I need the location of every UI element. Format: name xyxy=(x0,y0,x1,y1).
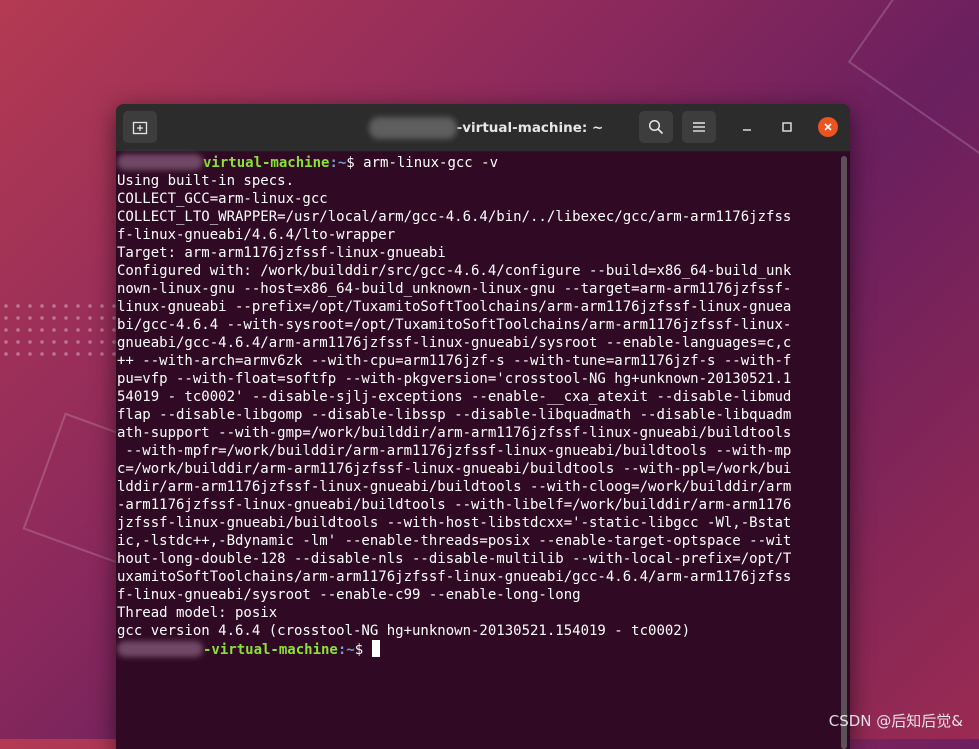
title-bar[interactable]: -virtual-machine: ~ xyxy=(116,104,850,152)
terminal-output[interactable]: virtual-machine:~$ arm-linux-gcc -v Usin… xyxy=(117,152,838,749)
output-line: ic,-lstdc++,-Bdynamic -lm' --enable-thre… xyxy=(117,533,792,549)
command-output: Using built-in specs. COLLECT_GCC=arm-lin… xyxy=(117,172,838,640)
output-line: Using built-in specs. xyxy=(117,173,295,189)
output-line: -arm1176jzfssf-linux-gnueabi/buildtools … xyxy=(117,497,792,513)
window-title: -virtual-machine: ~ xyxy=(366,104,606,151)
background-line xyxy=(847,0,979,157)
output-line: 54019 - tc0002' --disable-sjlj-exception… xyxy=(117,389,792,405)
prompt-path: :~ xyxy=(329,155,347,171)
output-line: ath-support --with-gmp=/work/builddir/ar… xyxy=(117,425,792,441)
close-button[interactable] xyxy=(818,117,838,137)
new-tab-button[interactable] xyxy=(123,111,157,143)
output-line: Configured with: /work/builddir/src/gcc-… xyxy=(117,263,792,279)
output-line: hout-long-double-128 --disable-nls --dis… xyxy=(117,551,792,567)
output-line: COLLECT_LTO_WRAPPER=/usr/local/arm/gcc-4… xyxy=(117,209,792,225)
search-icon xyxy=(648,119,664,135)
output-line: linux-gnueabi --prefix=/opt/TuxamitoSoft… xyxy=(117,299,792,315)
prompt-host: virtual-machine xyxy=(203,155,330,171)
menu-button[interactable] xyxy=(682,111,716,143)
output-line: lddir/arm-arm1176jzfssf-linux-gnueabi/bu… xyxy=(117,479,792,495)
output-line: uxamitoSoftToolchains/arm-arm1176jzfssf-… xyxy=(117,569,792,585)
output-line: nown-linux-gnu --host=x86_64-build_unkno… xyxy=(117,281,792,297)
command-text: arm-linux-gcc -v xyxy=(363,155,499,171)
search-button[interactable] xyxy=(639,111,673,143)
output-line: c=/work/builddir/arm-arm1176jzfssf-linux… xyxy=(117,461,792,477)
close-icon xyxy=(824,123,832,131)
prompt-path: :~ xyxy=(337,642,355,658)
redacted-username xyxy=(368,116,457,139)
output-line: gnueabi/gcc-4.6.4/arm-arm1176jzfssf-linu… xyxy=(117,335,792,351)
new-tab-icon xyxy=(132,121,148,135)
scrollbar[interactable] xyxy=(841,156,847,749)
watermark: CSDN @后知后觉& xyxy=(828,712,963,730)
output-line: jzfssf-linux-gnueabi/buildtools --with-h… xyxy=(117,515,792,531)
output-line: gcc version 4.6.4 (crosstool-NG hg+unkno… xyxy=(117,623,691,639)
hamburger-menu-icon xyxy=(693,122,705,132)
window-title-text: -virtual-machine: ~ xyxy=(456,119,604,136)
minimize-icon xyxy=(743,129,751,131)
current-prompt-line: -virtual-machine:~$ xyxy=(117,640,838,658)
maximize-button[interactable] xyxy=(776,116,798,138)
output-line: flap --disable-libgomp --disable-libssp … xyxy=(117,407,792,423)
output-line: pu=vfp --with-float=softfp --with-pkgver… xyxy=(117,371,792,387)
output-line: Target: arm-arm1176jzfssf-linux-gnueabi xyxy=(117,245,446,261)
minimize-button[interactable] xyxy=(736,116,758,138)
terminal-window: -virtual-machine: ~ virtual-machine:~$ a… xyxy=(116,104,850,749)
output-line: COLLECT_GCC=arm-linux-gcc xyxy=(117,191,328,207)
prompt-symbol: $ xyxy=(346,155,364,171)
redacted-username xyxy=(117,154,203,170)
prompt-host: -virtual-machine xyxy=(203,642,338,658)
output-line: f-linux-gnueabi/sysroot --enable-c99 --e… xyxy=(117,587,581,603)
text-cursor xyxy=(371,640,380,657)
redacted-username xyxy=(117,641,203,657)
output-line: Thread model: posix xyxy=(117,605,278,621)
command-line: virtual-machine:~$ arm-linux-gcc -v xyxy=(117,154,838,172)
output-line: --with-mpfr=/work/builddir/arm-arm1176jz… xyxy=(117,443,792,459)
maximize-icon xyxy=(782,122,792,132)
background-dots xyxy=(0,300,130,360)
output-line: f-linux-gnueabi/4.6.4/lto-wrapper xyxy=(117,227,396,243)
output-line: ++ --with-arch=armv6zk --with-cpu=arm117… xyxy=(117,353,792,369)
prompt-symbol: $ xyxy=(354,642,372,658)
output-line: bi/gcc-4.6.4 --with-sysroot=/opt/Tuxamit… xyxy=(117,317,792,333)
